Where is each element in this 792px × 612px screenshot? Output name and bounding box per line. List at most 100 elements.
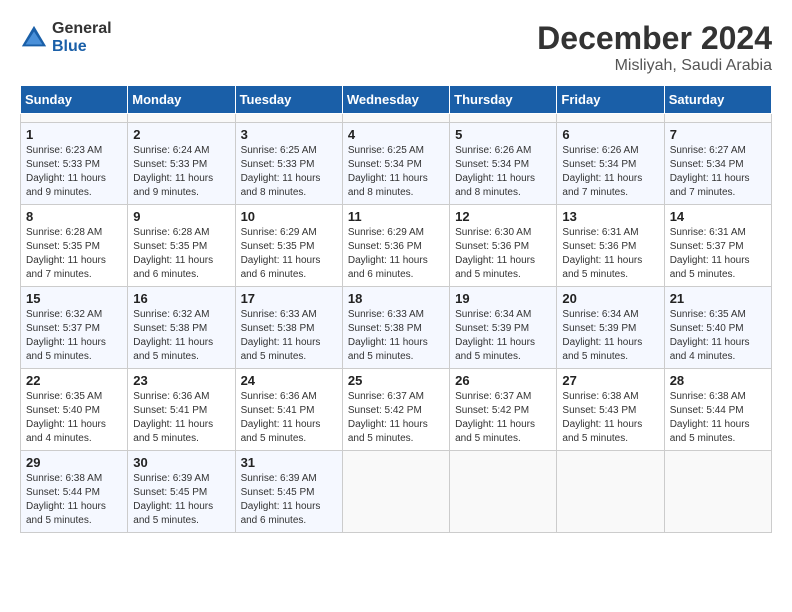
table-row: 2Sunrise: 6:24 AMSunset: 5:33 PMDaylight…: [128, 123, 235, 205]
day-number: 26: [455, 373, 551, 388]
calendar-week-6: 29Sunrise: 6:38 AMSunset: 5:44 PMDayligh…: [21, 451, 772, 533]
day-info: Sunrise: 6:33 AMSunset: 5:38 PMDaylight:…: [241, 308, 337, 364]
table-row: 31Sunrise: 6:39 AMSunset: 5:45 PMDayligh…: [235, 451, 342, 533]
table-row: 25 Sunrise: 6:37 AMSunset: 5:42 PMDayligh…: [342, 369, 449, 451]
calendar-week-1: [21, 114, 772, 123]
calendar-week-5: 22Sunrise: 6:35 AMSunset: 5:40 PMDayligh…: [21, 369, 772, 451]
day-info: Sunrise: 6:37 AMSunset: 5:42 PMDaylight:…: [455, 390, 551, 446]
day-info: Sunrise: 6:26 AMSunset: 5:34 PMDaylight:…: [455, 144, 551, 200]
day-info: Sunrise: 6:38 AMSunset: 5:44 PMDaylight:…: [26, 472, 122, 528]
day-number: 31: [241, 455, 337, 470]
title-section: December 2024 Misliyah, Saudi Arabia: [537, 20, 772, 75]
calendar-table: Sunday Monday Tuesday Wednesday Thursday…: [20, 85, 772, 533]
table-row: 1 Sunrise: 6:23 AMSunset: 5:33 PMDaylight…: [21, 123, 128, 205]
day-info: Sunrise: 6:26 AMSunset: 5:34 PMDaylight:…: [562, 144, 658, 200]
col-thursday: Thursday: [450, 86, 557, 114]
month-title: December 2024: [537, 20, 772, 57]
day-info: Sunrise: 6:31 AMSunset: 5:37 PMDaylight:…: [670, 226, 766, 282]
day-info: Sunrise: 6:29 AMSunset: 5:36 PMDaylight:…: [348, 226, 444, 282]
day-number: 17: [241, 291, 337, 306]
day-number: 9: [133, 209, 229, 224]
table-row: 5 Sunrise: 6:26 AMSunset: 5:34 PMDaylight…: [450, 123, 557, 205]
day-info: Sunrise: 6:32 AMSunset: 5:37 PMDaylight:…: [26, 308, 122, 364]
day-info: Sunrise: 6:36 AMSunset: 5:41 PMDaylight:…: [133, 390, 229, 446]
table-row: 19 Sunrise: 6:34 AMSunset: 5:39 PMDayligh…: [450, 287, 557, 369]
table-row: 29Sunrise: 6:38 AMSunset: 5:44 PMDayligh…: [21, 451, 128, 533]
table-row: 30 Sunrise: 6:39 AMSunset: 5:45 PMDayligh…: [128, 451, 235, 533]
table-row: 7Sunrise: 6:27 AMSunset: 5:34 PMDaylight…: [664, 123, 771, 205]
day-number: 8: [26, 209, 122, 224]
table-row: 21Sunrise: 6:35 AMSunset: 5:40 PMDayligh…: [664, 287, 771, 369]
day-number: 24: [241, 373, 337, 388]
table-row: 27 Sunrise: 6:38 AMSunset: 5:43 PMDayligh…: [557, 369, 664, 451]
day-info: Sunrise: 6:38 AMSunset: 5:43 PMDaylight:…: [562, 390, 658, 446]
table-row: [450, 114, 557, 123]
day-info: Sunrise: 6:31 AMSunset: 5:36 PMDaylight:…: [562, 226, 658, 282]
day-info: Sunrise: 6:36 AMSunset: 5:41 PMDaylight:…: [241, 390, 337, 446]
table-row: 24 Sunrise: 6:36 AMSunset: 5:41 PMDayligh…: [235, 369, 342, 451]
day-info: Sunrise: 6:25 AMSunset: 5:33 PMDaylight:…: [241, 144, 337, 200]
table-row: [128, 114, 235, 123]
day-number: 3: [241, 127, 337, 142]
table-row: 11 Sunrise: 6:29 AMSunset: 5:36 PMDayligh…: [342, 205, 449, 287]
day-number: 19: [455, 291, 551, 306]
day-number: 25: [348, 373, 444, 388]
day-info: Sunrise: 6:30 AMSunset: 5:36 PMDaylight:…: [455, 226, 551, 282]
day-info: Sunrise: 6:34 AMSunset: 5:39 PMDaylight:…: [455, 308, 551, 364]
day-number: 28: [670, 373, 766, 388]
table-row: 9 Sunrise: 6:28 AMSunset: 5:35 PMDaylight…: [128, 205, 235, 287]
table-row: 8Sunrise: 6:28 AMSunset: 5:35 PMDaylight…: [21, 205, 128, 287]
calendar-week-4: 15 Sunrise: 6:32 AMSunset: 5:37 PMDayligh…: [21, 287, 772, 369]
day-number: 27: [562, 373, 658, 388]
col-sunday: Sunday: [21, 86, 128, 114]
table-row: [557, 114, 664, 123]
table-row: 13 Sunrise: 6:31 AMSunset: 5:36 PMDayligh…: [557, 205, 664, 287]
table-row: 20Sunrise: 6:34 AMSunset: 5:39 PMDayligh…: [557, 287, 664, 369]
table-row: 6 Sunrise: 6:26 AMSunset: 5:34 PMDaylight…: [557, 123, 664, 205]
day-number: 16: [133, 291, 229, 306]
location: Misliyah, Saudi Arabia: [537, 57, 772, 75]
table-row: 14Sunrise: 6:31 AMSunset: 5:37 PMDayligh…: [664, 205, 771, 287]
day-info: Sunrise: 6:38 AMSunset: 5:44 PMDaylight:…: [670, 390, 766, 446]
table-row: 3 Sunrise: 6:25 AMSunset: 5:33 PMDaylight…: [235, 123, 342, 205]
day-info: Sunrise: 6:28 AMSunset: 5:35 PMDaylight:…: [133, 226, 229, 282]
day-number: 11: [348, 209, 444, 224]
col-saturday: Saturday: [664, 86, 771, 114]
page-header: General Blue December 2024 Misliyah, Sau…: [20, 20, 772, 75]
logo-text: General Blue: [52, 20, 112, 56]
day-info: Sunrise: 6:25 AMSunset: 5:34 PMDaylight:…: [348, 144, 444, 200]
calendar-week-3: 8 Sunrise: 6:28 AMSunset: 5:35 PMDaylight…: [21, 205, 772, 287]
day-number: 12: [455, 209, 551, 224]
table-row: 10Sunrise: 6:29 AMSunset: 5:35 PMDayligh…: [235, 205, 342, 287]
table-row: 17 Sunrise: 6:33 AMSunset: 5:38 PMDayligh…: [235, 287, 342, 369]
day-number: 2: [133, 127, 229, 142]
day-number: 4: [348, 127, 444, 142]
day-info: Sunrise: 6:33 AMSunset: 5:38 PMDaylight:…: [348, 308, 444, 364]
day-info: Sunrise: 6:39 AMSunset: 5:45 PMDaylight:…: [133, 472, 229, 528]
table-row: 15 Sunrise: 6:32 AMSunset: 5:37 PMDayligh…: [21, 287, 128, 369]
table-row: [342, 114, 449, 123]
table-row: [664, 451, 771, 533]
day-info: Sunrise: 6:29 AMSunset: 5:35 PMDaylight:…: [241, 226, 337, 282]
table-row: [664, 114, 771, 123]
day-info: Sunrise: 6:34 AMSunset: 5:39 PMDaylight:…: [562, 308, 658, 364]
col-friday: Friday: [557, 86, 664, 114]
day-info: Sunrise: 6:37 AMSunset: 5:42 PMDaylight:…: [348, 390, 444, 446]
day-info: Sunrise: 6:23 AMSunset: 5:33 PMDaylight:…: [26, 144, 122, 200]
day-number: 30: [133, 455, 229, 470]
table-row: [450, 451, 557, 533]
calendar-week-2: 1 Sunrise: 6:23 AMSunset: 5:33 PMDaylight…: [21, 123, 772, 205]
table-row: [342, 451, 449, 533]
day-number: 21: [670, 291, 766, 306]
table-row: 23Sunrise: 6:36 AMSunset: 5:41 PMDayligh…: [128, 369, 235, 451]
day-number: 1: [26, 127, 122, 142]
day-number: 6: [562, 127, 658, 142]
table-row: 12 Sunrise: 6:30 AMSunset: 5:36 PMDayligh…: [450, 205, 557, 287]
day-number: 22: [26, 373, 122, 388]
day-number: 13: [562, 209, 658, 224]
day-info: Sunrise: 6:32 AMSunset: 5:38 PMDaylight:…: [133, 308, 229, 364]
logo-icon: [20, 24, 48, 52]
table-row: [21, 114, 128, 123]
day-number: 15: [26, 291, 122, 306]
day-number: 5: [455, 127, 551, 142]
